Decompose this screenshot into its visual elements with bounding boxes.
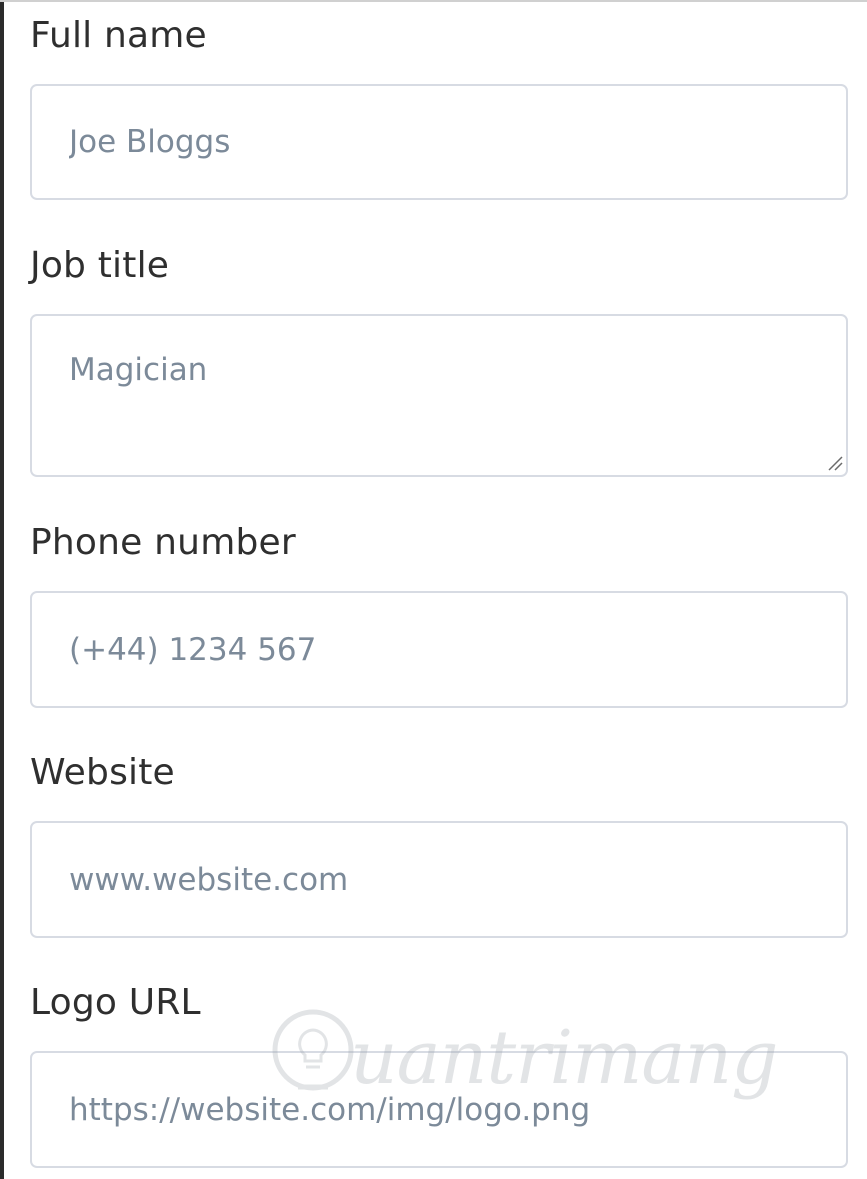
full-name-input[interactable] xyxy=(30,84,848,200)
phone-number-label: Phone number xyxy=(30,522,296,563)
logo-url-input[interactable] xyxy=(30,1051,848,1168)
job-title-textarea[interactable] xyxy=(30,314,848,477)
logo-url-label: Logo URL xyxy=(30,982,201,1023)
window-top-border xyxy=(0,0,867,2)
full-name-label: Full name xyxy=(30,15,207,56)
phone-number-input[interactable] xyxy=(30,591,848,708)
textarea-resize-handle-icon[interactable] xyxy=(826,454,844,472)
job-title-label: Job title xyxy=(30,245,170,286)
window-left-border xyxy=(0,0,4,1179)
website-label: Website xyxy=(30,752,175,793)
website-input[interactable] xyxy=(30,821,848,938)
